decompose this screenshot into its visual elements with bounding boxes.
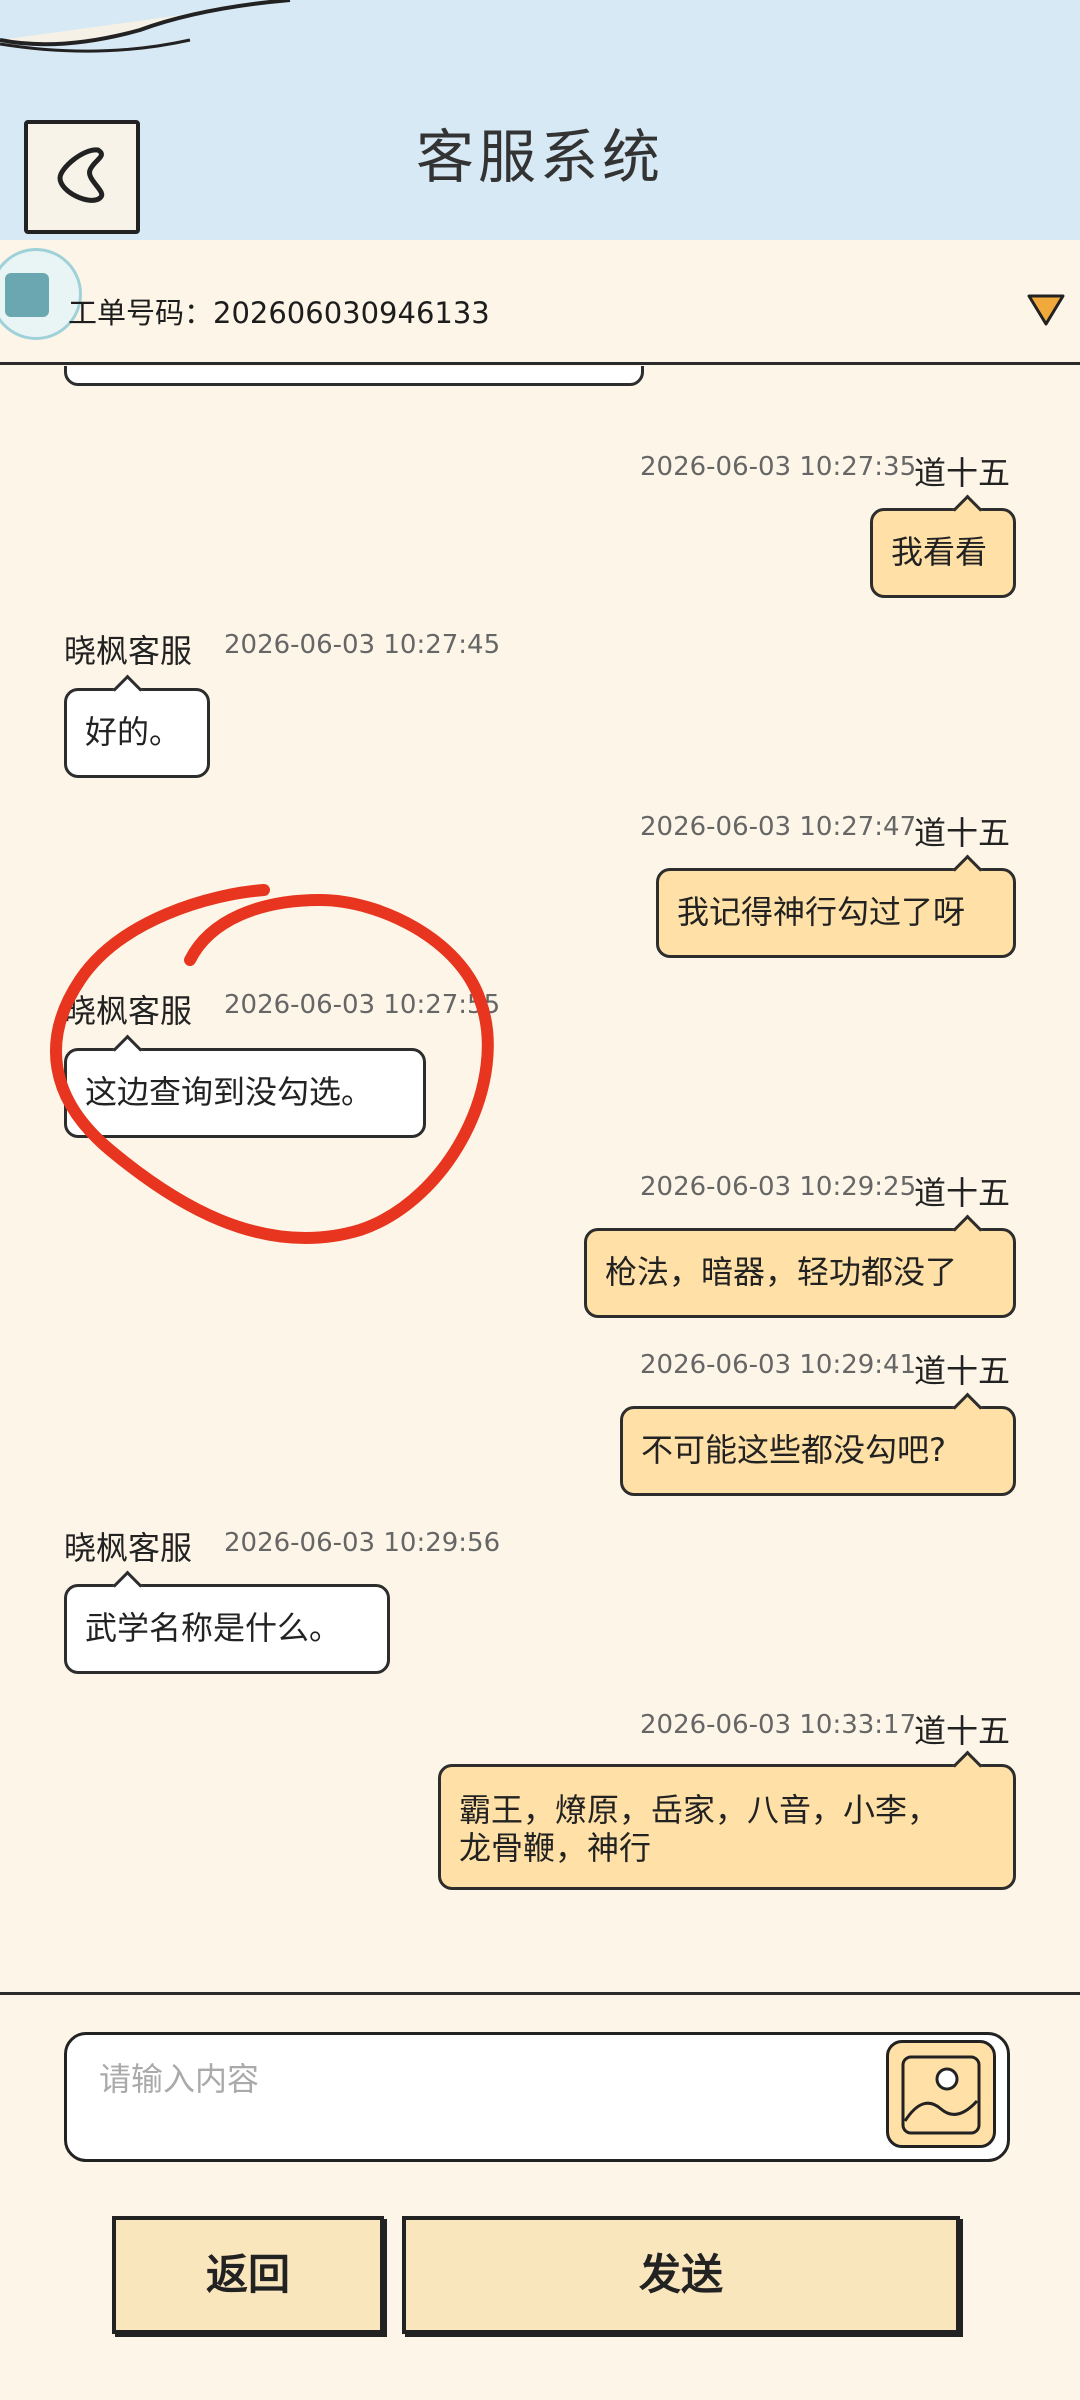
image-button[interactable] xyxy=(886,2040,996,2148)
message-text: 我记得神行勾过了呀 xyxy=(677,893,966,931)
divider xyxy=(0,1992,1080,1995)
chat-bubble-right: 我记得神行勾过了呀 xyxy=(656,854,1016,958)
message-input-box[interactable] xyxy=(64,2032,1010,2162)
message-text: 枪法，暗器，轻功都没了 xyxy=(605,1253,958,1291)
chat-bubble-cut xyxy=(64,366,644,386)
message-sender: 道十五 xyxy=(914,1352,1011,1390)
return-button[interactable]: 返回 xyxy=(112,2216,384,2334)
message-text: 武学名称是什么。 xyxy=(85,1609,342,1647)
header: 客服系统 xyxy=(0,0,1080,240)
message-time: 2026-06-03 10:33:17 xyxy=(640,1710,917,1740)
message-text-line: 龙骨鞭，神行 xyxy=(459,1829,652,1867)
triangle-down-icon[interactable] xyxy=(1026,292,1066,328)
page-title: 客服系统 xyxy=(415,123,664,191)
message-sender: 道十五 xyxy=(914,1174,1011,1212)
message-text: 不可能这些都没勾吧? xyxy=(641,1431,946,1469)
message-sender: 晓枫客服 xyxy=(64,1529,193,1567)
message-time: 2026-06-03 10:29:56 xyxy=(224,1528,501,1558)
message-sender: 道十五 xyxy=(914,814,1011,852)
message-time: 2026-06-03 10:27:35 xyxy=(640,452,917,482)
ticket-number: 工单号码：202606030946133 xyxy=(68,296,490,330)
header-decoration xyxy=(0,0,291,53)
divider xyxy=(0,362,1080,365)
message-input[interactable] xyxy=(97,2053,881,2105)
annotation-circle xyxy=(50,884,494,1244)
message-time: 2026-06-03 10:27:45 xyxy=(224,630,501,660)
message-time: 2026-06-03 10:27:47 xyxy=(640,812,917,842)
message-time: 2026-06-03 10:29:25 xyxy=(640,1172,917,1202)
chat-bubble-right: 霸王，燎原，岳家，八音，小李， 龙骨鞭，神行 xyxy=(438,1750,1016,1890)
message-text-line: 霸王，燎原，岳家，八音，小李， xyxy=(459,1791,940,1829)
message-text: 好的。 xyxy=(85,713,182,751)
message-sender: 道十五 xyxy=(914,1712,1011,1750)
send-button[interactable]: 发送 xyxy=(402,2216,960,2334)
chat-bubble-right: 不可能这些都没勾吧? xyxy=(620,1392,1016,1496)
chat-bubble-left: 武学名称是什么。 xyxy=(64,1570,390,1674)
image-icon xyxy=(901,2055,981,2135)
message-time: 2026-06-03 10:29:41 xyxy=(640,1350,917,1380)
message-text: 我看看 xyxy=(891,533,988,571)
page: 客服系统 工单号码：202606030946133 2026-06-03 10:… xyxy=(0,0,1080,2400)
chat-bubble-right: 我看看 xyxy=(870,494,1016,598)
message-sender: 晓枫客服 xyxy=(64,632,193,670)
message-sender: 道十五 xyxy=(914,454,1011,492)
chat-bubble-right: 枪法，暗器，轻功都没了 xyxy=(584,1214,1016,1318)
chat-bubble-left: 好的。 xyxy=(64,674,210,778)
